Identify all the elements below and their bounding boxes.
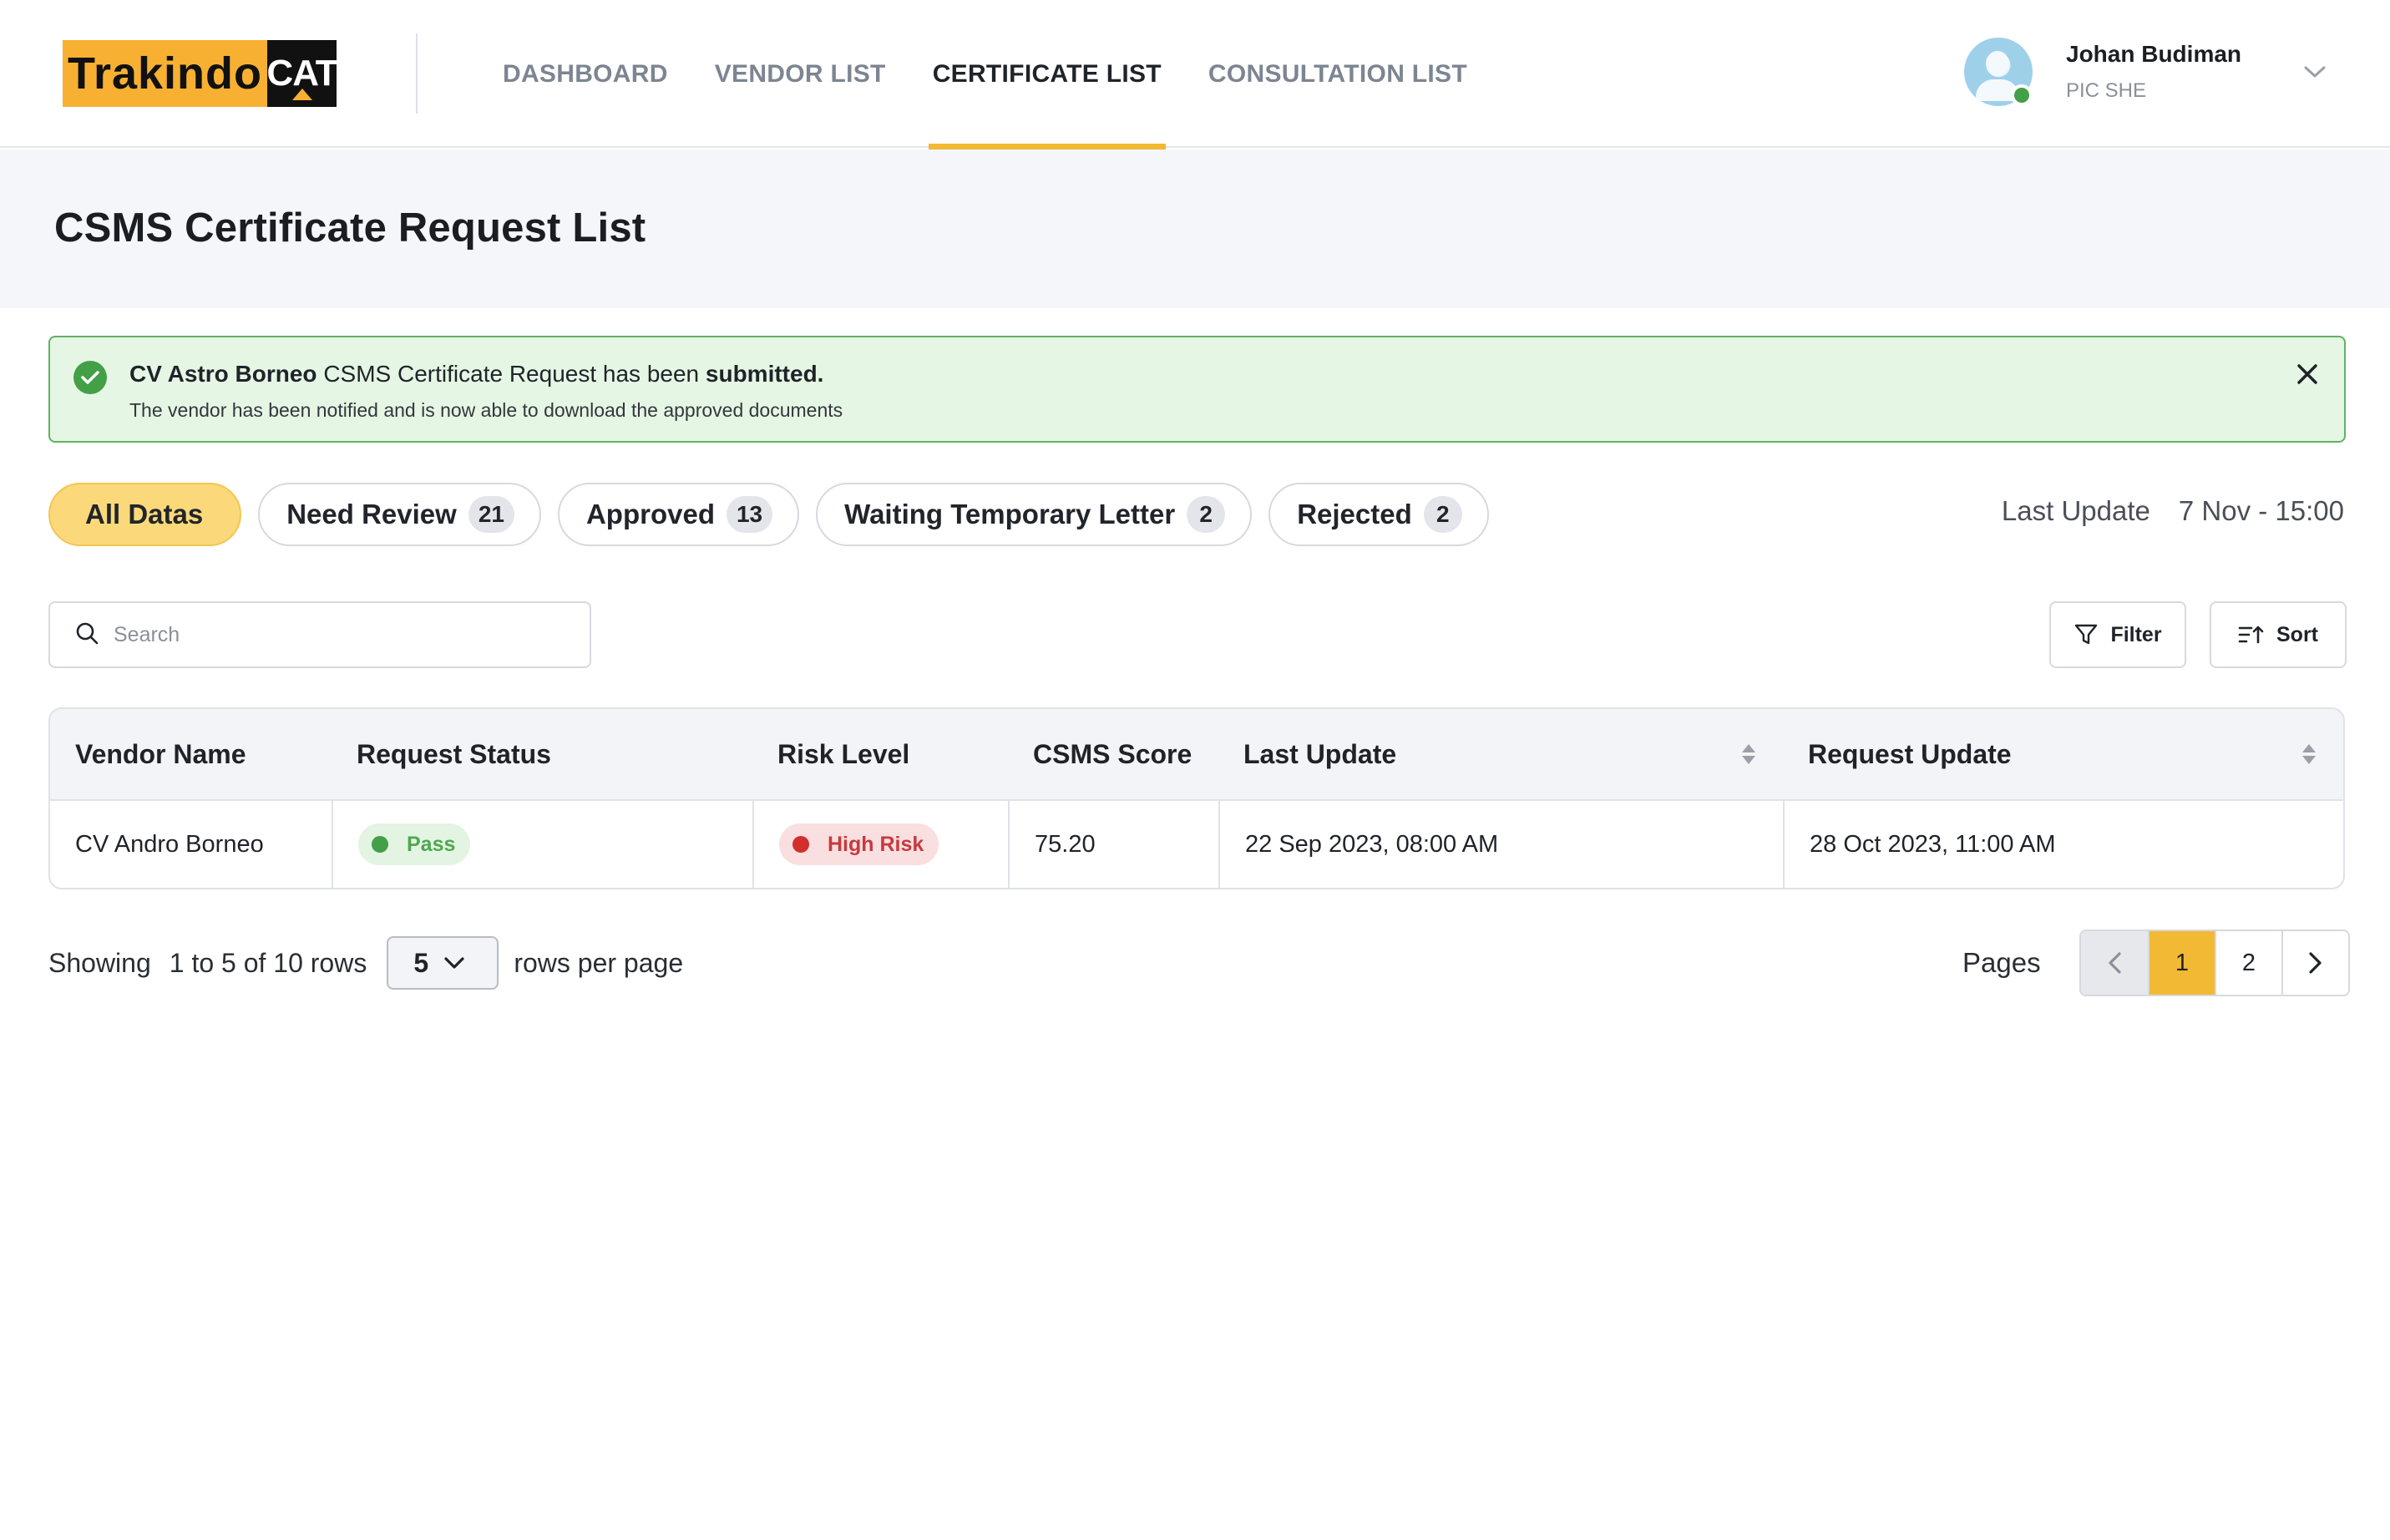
chevron-left-icon	[2109, 952, 2121, 974]
success-alert: CV Astro Borneo CSMS Certificate Request…	[48, 336, 2346, 443]
last-update-value: 7 Nov - 15:00	[2178, 495, 2344, 526]
chevron-down-icon[interactable]	[2298, 55, 2332, 89]
logo-triangle-icon	[292, 89, 312, 100]
last-update-label: Last Update	[2001, 495, 2150, 526]
rows-info: Showing 1 to 5 of 10 rows 5 rows per pag…	[48, 936, 683, 990]
risk-dot	[792, 836, 809, 853]
cell-request-update: 28 Oct 2023, 11:00 AM	[1783, 801, 2343, 888]
nav-consultation-list[interactable]: CONSULTATION LIST	[1208, 0, 1467, 148]
tab-count-badge: 13	[726, 496, 773, 533]
risk-badge-label: High Risk	[828, 832, 924, 856]
sort-button-label: Sort	[2276, 622, 2318, 646]
column-label: Request Update	[1808, 738, 2012, 769]
rows-per-page-label: rows per page	[514, 947, 684, 978]
user-role: PIC SHE	[2066, 79, 2147, 102]
online-status-dot	[2011, 84, 2033, 106]
alert-title: CV Astro Borneo CSMS Certificate Request…	[129, 361, 823, 388]
tab-count-badge: 2	[1423, 496, 1462, 533]
tab-label: Rejected	[1297, 499, 1412, 529]
tab-waiting-temporary-letter[interactable]: Waiting Temporary Letter 2	[816, 483, 1253, 546]
header-divider	[416, 33, 418, 114]
nav-certificate-list[interactable]: CERTIFICATE LIST	[928, 0, 1167, 149]
table-header: Vendor Name Request Status Risk Level CS…	[50, 709, 2343, 801]
chevron-down-icon	[444, 957, 464, 969]
column-header-request-update[interactable]: Request Update	[1783, 709, 2343, 799]
tab-rejected[interactable]: Rejected 2	[1268, 483, 1489, 546]
column-label: Last Update	[1243, 738, 1397, 769]
next-page-button[interactable]	[2281, 931, 2348, 995]
sort-arrows-icon[interactable]	[1739, 742, 1758, 767]
search-input[interactable]	[114, 622, 581, 647]
user-menu[interactable]: Johan Budiman PIC SHE	[1964, 37, 2332, 107]
tab-count-badge: 21	[468, 496, 514, 533]
page-button-2[interactable]: 2	[2215, 931, 2281, 995]
alert-title-text: CSMS Certificate Request has been	[316, 361, 706, 387]
pages-label: Pages	[1962, 947, 2041, 978]
nav-vendor-list[interactable]: VENDOR LIST	[715, 0, 886, 148]
user-info: Johan Budiman PIC SHE	[2066, 41, 2241, 103]
filter-button[interactable]: Filter	[2049, 601, 2186, 668]
page-button-1[interactable]: 1	[2148, 931, 2215, 995]
trakindo-cat-logo[interactable]: Trakindo CAT	[63, 40, 338, 107]
cell-vendor-name: CV Andro Borneo	[75, 830, 264, 858]
page-title: CSMS Certificate Request List	[54, 205, 646, 251]
avatar	[1964, 38, 2033, 106]
sort-button[interactable]: Sort	[2210, 601, 2347, 668]
status-dot	[372, 836, 388, 853]
cell-csms-score: 75.20	[1008, 801, 1218, 888]
rows-per-page-select[interactable]: 5	[387, 936, 499, 990]
column-label: CSMS Score	[1033, 738, 1192, 769]
sort-icon	[2238, 626, 2264, 644]
column-label: Risk Level	[777, 738, 910, 769]
cell-last-update: 22 Sep 2023, 08:00 AM	[1218, 801, 1783, 888]
tab-label: All Datas	[85, 499, 204, 529]
logo-cat-mark: CAT	[266, 40, 338, 107]
column-header-csms-score: CSMS Score	[1008, 709, 1218, 799]
search-icon	[75, 621, 99, 649]
status-tabs: All Datas Need Review 21 Approved 13 Wai…	[48, 483, 1506, 546]
top-header: Trakindo CAT DASHBOARD VENDOR LIST CERTI…	[0, 0, 2390, 149]
sort-arrows-icon[interactable]	[2300, 742, 2318, 767]
tab-label: Waiting Temporary Letter	[844, 499, 1176, 529]
prev-page-button[interactable]	[2081, 931, 2148, 995]
rows-per-page-value: 5	[413, 947, 429, 978]
tab-approved[interactable]: Approved 13	[557, 483, 800, 546]
last-update-info: Last Update 7 Nov - 15:00	[2002, 495, 2344, 527]
alert-status: submitted.	[705, 361, 824, 387]
column-header-request-status: Request Status	[332, 709, 752, 799]
status-badge-label: Pass	[407, 832, 456, 856]
tab-count-badge: 2	[1187, 496, 1226, 533]
nav-dashboard[interactable]: DASHBOARD	[503, 0, 668, 148]
rows-range: 1 to 5 of 10 rows	[169, 947, 367, 978]
table-row[interactable]: CV Andro Borneo Pass High Risk 75.20 22 …	[50, 801, 2343, 888]
tab-label: Need Review	[286, 499, 457, 529]
check-circle-icon	[73, 361, 107, 394]
alert-message: The vendor has been notified and is now …	[129, 399, 843, 421]
user-name: Johan Budiman	[2066, 41, 2242, 67]
column-label: Request Status	[357, 738, 551, 769]
risk-badge: High Risk	[779, 823, 939, 865]
column-header-risk-level: Risk Level	[752, 709, 1008, 799]
filter-icon	[2075, 624, 2098, 645]
logo-wordmark: Trakindo	[63, 40, 267, 107]
column-header-vendor-name: Vendor Name	[50, 709, 332, 799]
chevron-right-icon	[2309, 952, 2322, 974]
tab-need-review[interactable]: Need Review 21	[258, 483, 541, 546]
filter-button-label: Filter	[2110, 622, 2162, 646]
close-icon[interactable]	[2292, 359, 2322, 389]
pagination: 1 2	[2079, 930, 2350, 996]
page-title-band: CSMS Certificate Request List	[0, 149, 2390, 308]
column-label: Vendor Name	[75, 738, 246, 769]
tab-all-datas[interactable]: All Datas	[48, 483, 242, 546]
search-box[interactable]	[48, 601, 591, 668]
alert-vendor-name: CV Astro Borneo	[129, 361, 317, 387]
main-nav: DASHBOARD VENDOR LIST CERTIFICATE LIST C…	[503, 0, 1514, 149]
showing-label: Showing	[48, 947, 151, 978]
cell-request-status: Pass	[332, 801, 752, 888]
certificate-request-table: Vendor Name Request Status Risk Level CS…	[48, 707, 2345, 889]
cell-risk-level: High Risk	[752, 801, 1008, 888]
status-badge: Pass	[358, 823, 471, 865]
column-header-last-update[interactable]: Last Update	[1218, 709, 1783, 799]
tab-label: Approved	[585, 499, 715, 529]
